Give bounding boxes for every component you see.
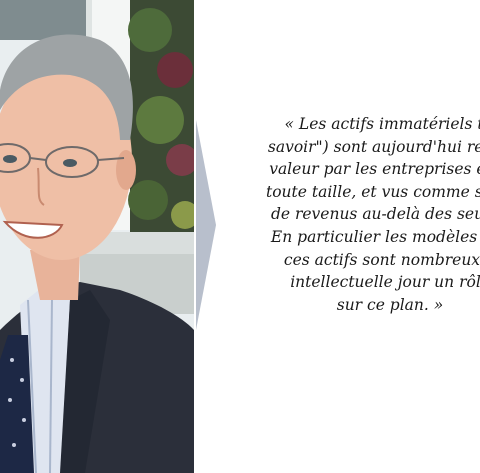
- quote-line: toute taille, et vus comme so: [266, 182, 480, 201]
- quote-text: « Les actifs immatériels tec savoir") so…: [238, 113, 480, 316]
- quote-line: ces actifs sont nombreux: [283, 250, 480, 269]
- quote-line: de revenus au-delà des seul: [270, 205, 480, 224]
- quote-line: savoir") sont aujourd'hui rec: [267, 137, 480, 156]
- chevron-divider-icon: [196, 120, 216, 330]
- quote-line: En particulier les modèles d: [270, 227, 480, 246]
- slide: « Les actifs immatériels tec savoir") so…: [0, 0, 480, 473]
- quote-line: intellectuelle jour un rôl: [290, 273, 480, 292]
- quote-line: sur ce plan. »: [336, 295, 444, 314]
- quote-line: valeur par les entreprises et: [269, 160, 480, 179]
- quote-line: « Les actifs immatériels tec: [284, 115, 480, 133]
- portrait-photo: [0, 0, 194, 473]
